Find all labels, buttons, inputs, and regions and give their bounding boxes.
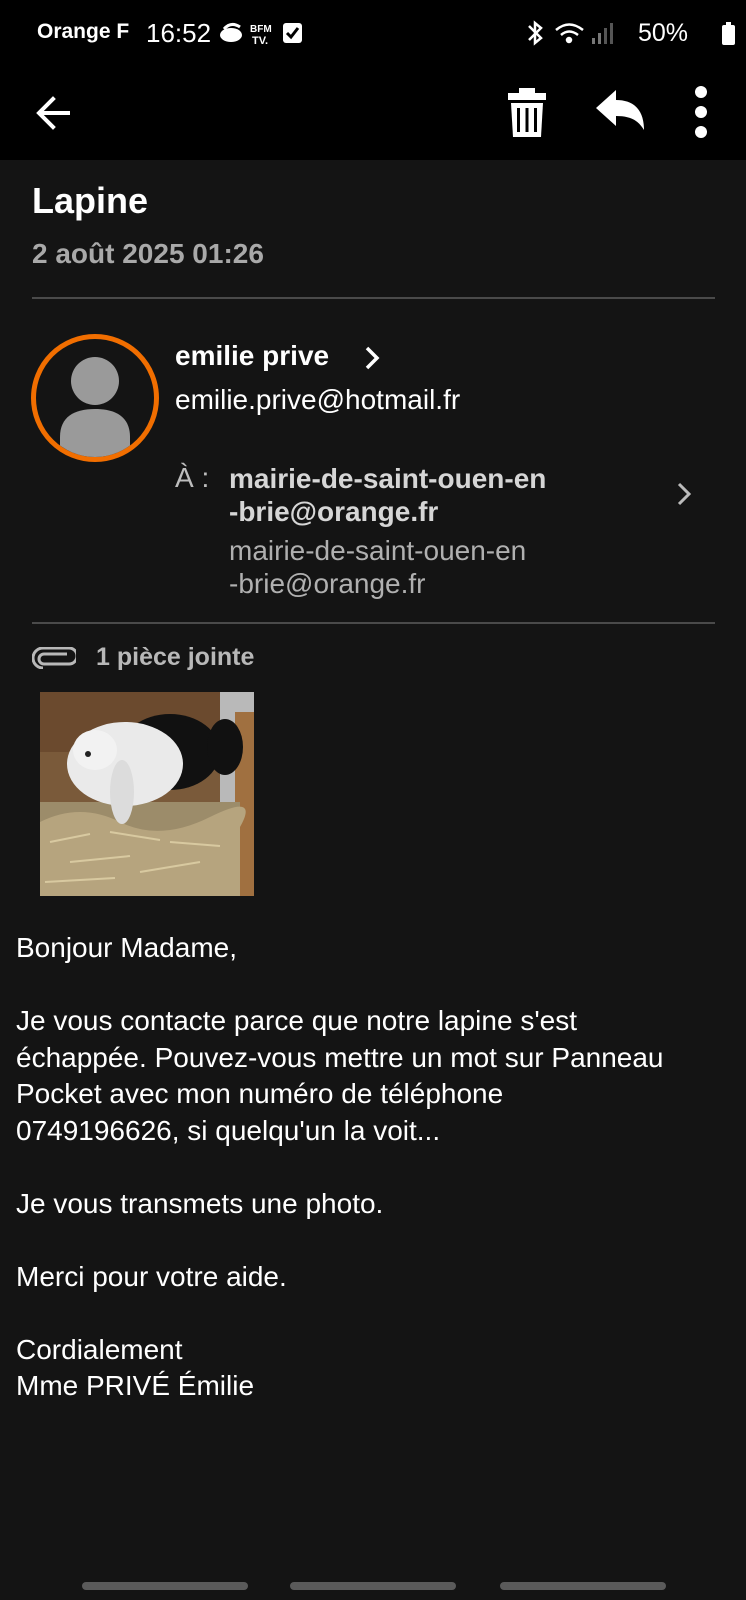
body-closing: Cordialement	[16, 1333, 183, 1365]
divider	[32, 622, 715, 624]
notification-icons: BFM TV.	[220, 22, 302, 46]
recipient-name-line1: mairie-de-saint-ouen-en	[229, 463, 547, 494]
avatar[interactable]	[31, 334, 159, 462]
recipient-name-line2: -brie@orange.fr	[229, 496, 439, 527]
body-signature: Mme PRIVÉ Émilie	[16, 1370, 255, 1401]
rabbit-photo	[40, 692, 254, 896]
more-vertical-icon[interactable]	[676, 84, 734, 142]
reply-icon[interactable]	[592, 84, 650, 142]
carrier-label: Orange F	[37, 20, 130, 43]
status-bar: Orange F 16:52 BFM TV. 50%	[0, 0, 746, 66]
email-toolbar	[0, 66, 746, 160]
email-body: Bonjour Madame, Je vous contacte parce q…	[16, 930, 732, 1405]
divider	[32, 297, 715, 299]
body-paragraph-1-line-4: 0749196626, si quelqu'un la voit...	[16, 1114, 441, 1146]
bfm-tv-icon: BFM TV.	[250, 24, 272, 46]
person-icon	[60, 357, 130, 457]
wifi-icon	[555, 23, 584, 44]
signal-icon	[592, 23, 613, 44]
body-paragraph-3: Merci pour votre aide.	[16, 1260, 287, 1292]
trash-icon[interactable]	[498, 84, 556, 142]
body-greeting: Bonjour Madame,	[16, 932, 238, 963]
body-paragraph-1-line-1: Je vous contacte parce que notre lapine …	[16, 1005, 578, 1036]
recipient-name[interactable]: mairie-de-saint-ouen-en -brie@orange.fr	[229, 462, 629, 528]
nav-back[interactable]	[500, 1582, 666, 1590]
svg-text:BFM: BFM	[250, 24, 272, 35]
nav-recents[interactable]	[82, 1582, 248, 1590]
battery-icon	[722, 22, 735, 45]
system-icons	[528, 20, 735, 46]
battery-percent: 50%	[637, 19, 688, 47]
chevron-right-icon[interactable]	[362, 345, 382, 371]
bluetooth-icon	[528, 20, 543, 46]
sender-email: emilie.prive@hotmail.fr	[175, 384, 461, 415]
body-paragraph-1-line-2: échappée. Pouvez-vous mettre un mot sur …	[16, 1041, 664, 1073]
arrow-left-icon[interactable]	[26, 84, 84, 142]
gesture-navigation-bar	[0, 1580, 746, 1600]
email-date: 2 août 2025 01:26	[32, 238, 264, 269]
paperclip-icon	[32, 647, 76, 669]
body-paragraph-1-line-3: Pocket avec mon numéro de téléphone	[16, 1078, 504, 1109]
email-subject: Lapine	[32, 180, 149, 221]
recipient-email-line2: -brie@orange.fr	[229, 568, 426, 599]
nav-home[interactable]	[290, 1582, 456, 1590]
sender-name[interactable]: emilie prive	[175, 340, 329, 372]
svg-text:TV.: TV.	[252, 35, 268, 46]
clock: 16:52	[146, 18, 212, 48]
recipient-email: mairie-de-saint-ouen-en -brie@orange.fr	[229, 534, 629, 600]
attachment-thumbnail[interactable]	[40, 692, 254, 896]
attachment-count: 1 pièce jointe	[96, 643, 255, 671]
body-paragraph-2: Je vous transmets une photo.	[16, 1187, 384, 1219]
chevron-right-icon[interactable]	[674, 481, 694, 507]
weather-icon	[220, 22, 242, 42]
recipient-email-line1: mairie-de-saint-ouen-en	[229, 535, 527, 566]
checkbox-icon	[283, 23, 302, 43]
recipient-label: À :	[175, 462, 210, 493]
